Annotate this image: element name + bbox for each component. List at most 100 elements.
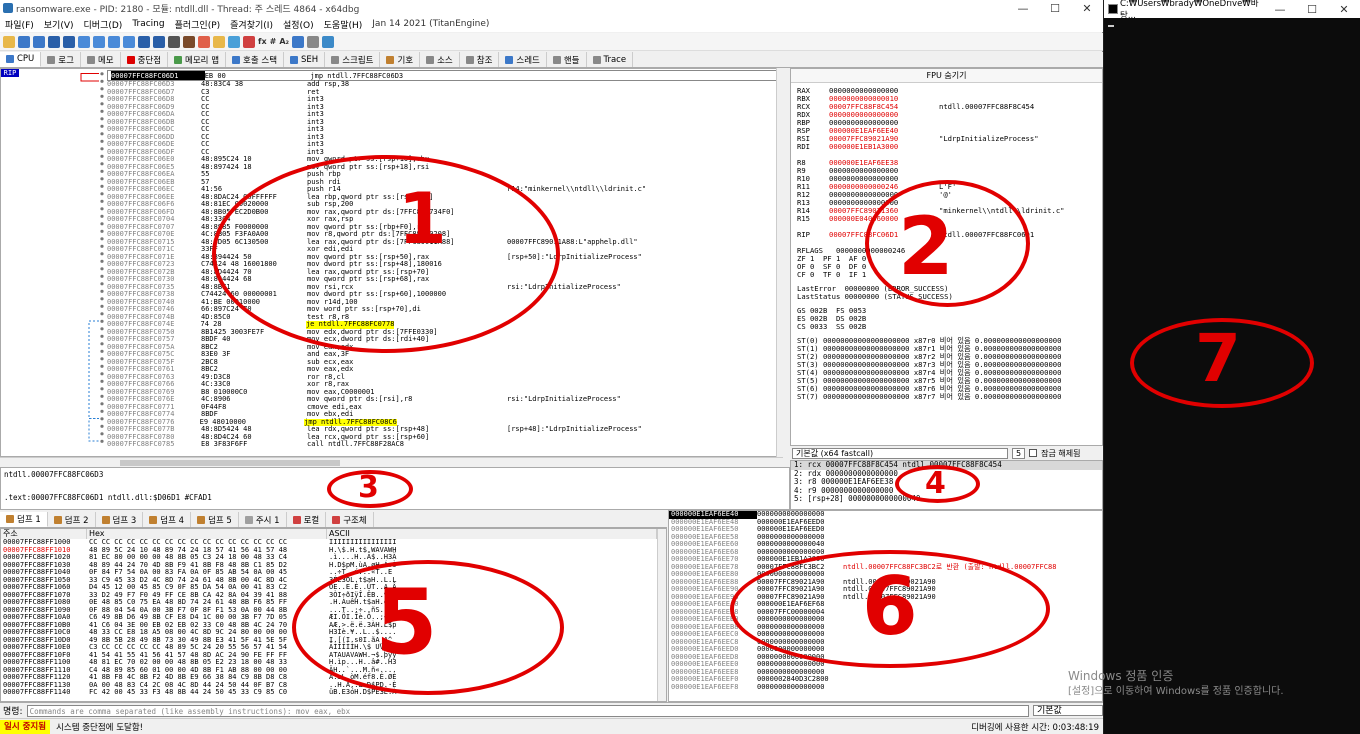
- maximize-button[interactable]: ☐: [1039, 2, 1071, 15]
- stack-row[interactable]: 000000E1EAF6EEF8 0000000000000000: [669, 683, 1102, 692]
- breakpoint-dot[interactable]: [100, 79, 104, 83]
- tab-7[interactable]: 스크립트: [325, 52, 381, 67]
- fpu-toggle-button[interactable]: FPU 숨기기: [791, 69, 1102, 83]
- arg-count-select[interactable]: 5: [1012, 447, 1026, 459]
- breakpoint-dot[interactable]: [100, 319, 104, 323]
- tab-3[interactable]: 중단점: [121, 52, 169, 67]
- breakpoint-dot[interactable]: [100, 214, 104, 218]
- minimize-button[interactable]: —: [1007, 2, 1039, 15]
- run-icon[interactable]: [48, 35, 60, 48]
- breakpoint-dot[interactable]: [100, 252, 104, 256]
- breakpoint-dot[interactable]: [100, 364, 104, 368]
- disassembly-scrollbar[interactable]: [776, 68, 784, 457]
- open-icon[interactable]: [3, 35, 15, 48]
- checklist-icon[interactable]: [307, 35, 320, 48]
- breakpoint-dot[interactable]: [100, 409, 104, 413]
- breakpoint-dot[interactable]: [100, 154, 104, 158]
- breakpoint-dot[interactable]: [100, 199, 104, 203]
- comment-icon[interactable]: [198, 35, 210, 48]
- breakpoint-dot[interactable]: [100, 439, 104, 443]
- scroll-thumb[interactable]: [120, 460, 340, 466]
- hash-icon[interactable]: #: [270, 37, 277, 46]
- dump-header-address[interactable]: 주소: [1, 529, 87, 539]
- menu-file[interactable]: 파일(F): [0, 18, 39, 31]
- menu-favourites[interactable]: 즐겨찾기(I): [225, 18, 278, 31]
- scylla-icon[interactable]: [168, 35, 180, 48]
- breakpoint-dot[interactable]: [100, 244, 104, 248]
- tab-4[interactable]: 메모리 맵: [168, 52, 227, 67]
- breakpoint-dot[interactable]: [100, 139, 104, 143]
- breakpoint-dot[interactable]: [100, 349, 104, 353]
- breakpoint-dot[interactable]: [100, 102, 104, 106]
- console-close-button[interactable]: ✕: [1328, 3, 1360, 16]
- breakpoint-dot[interactable]: [100, 267, 104, 271]
- breakpoint-dot[interactable]: [100, 222, 104, 226]
- tab-8[interactable]: 기호: [380, 52, 421, 67]
- breakpoint-dot[interactable]: [100, 184, 104, 188]
- tab-0[interactable]: CPU: [0, 52, 42, 67]
- breakpoint-dot[interactable]: [100, 177, 104, 181]
- breakpoint-dot[interactable]: [100, 357, 104, 361]
- breakpoint-dot[interactable]: [100, 387, 104, 391]
- breakpoint-dot[interactable]: [100, 259, 104, 263]
- restart-icon[interactable]: [18, 35, 30, 48]
- breakpoint-dot[interactable]: [100, 372, 104, 376]
- calculator-icon[interactable]: [292, 35, 305, 48]
- breakpoint-dot[interactable]: [100, 124, 104, 128]
- breakpoint-dot[interactable]: [100, 94, 104, 98]
- help-icon[interactable]: [322, 35, 335, 48]
- function-icon[interactable]: [243, 35, 255, 48]
- breakpoint-dot[interactable]: [100, 417, 104, 421]
- breakpoint-dot[interactable]: [100, 237, 104, 241]
- breakpoint-dot[interactable]: [100, 327, 104, 331]
- calling-convention-select[interactable]: 기본값 (x64 fastcall): [792, 447, 1008, 459]
- label-icon[interactable]: [213, 35, 225, 48]
- pause-icon[interactable]: [63, 35, 75, 48]
- breakpoint-dot[interactable]: [100, 297, 104, 301]
- close-button[interactable]: ✕: [1071, 2, 1103, 15]
- dump-tab-2[interactable]: 덤프 3: [96, 512, 144, 527]
- breakpoint-dot[interactable]: [100, 304, 104, 308]
- tab-9[interactable]: 소스: [420, 52, 460, 67]
- breakpoint-dot[interactable]: [100, 274, 104, 278]
- breakpoint-dot[interactable]: [100, 147, 104, 151]
- tab-11[interactable]: 스레드: [499, 52, 547, 67]
- dump-tab-6[interactable]: 로컬: [287, 512, 327, 527]
- fx-icon[interactable]: fx: [258, 37, 267, 46]
- tab-5[interactable]: 호출 스택: [226, 52, 285, 67]
- menu-view[interactable]: 보기(V): [39, 18, 79, 31]
- patch-icon[interactable]: [183, 35, 195, 48]
- breakpoint-dot[interactable]: [100, 87, 104, 91]
- dump-tab-0[interactable]: 덤프 1: [0, 512, 48, 527]
- breakpoint-dot[interactable]: [100, 192, 104, 196]
- breakpoint-dot[interactable]: [100, 432, 104, 436]
- dump-header-ascii[interactable]: ASCII: [327, 529, 657, 539]
- breakpoint-dot[interactable]: [100, 72, 104, 76]
- breakpoint-dot[interactable]: [100, 312, 104, 316]
- tab-1[interactable]: 로그: [41, 52, 81, 67]
- breakpoint-dot[interactable]: [100, 132, 104, 136]
- menu-plugins[interactable]: 플러그인(P): [170, 18, 226, 31]
- tab-13[interactable]: Trace: [587, 52, 634, 67]
- close-file-icon[interactable]: [33, 35, 45, 48]
- trace-into-icon[interactable]: [108, 35, 120, 48]
- console-maximize-button[interactable]: ☐: [1296, 3, 1328, 16]
- breakpoint-dot[interactable]: [100, 117, 104, 121]
- command-input[interactable]: Commands are comma separated (like assem…: [26, 704, 1029, 717]
- breakpoint-dot[interactable]: [100, 402, 104, 406]
- breakpoint-dot[interactable]: [100, 109, 104, 113]
- execute-till-return-icon[interactable]: [138, 35, 150, 48]
- dump-tab-7[interactable]: 구조체: [326, 512, 374, 527]
- breakpoint-dot[interactable]: [100, 424, 104, 428]
- disasm-row[interactable]: 00007FFC88FC0785 E8 3F83F6FF call ntdll.7F…: [107, 440, 782, 449]
- tab-6[interactable]: SEH: [284, 52, 326, 67]
- menu-debug[interactable]: 디버그(D): [79, 18, 128, 31]
- tab-12[interactable]: 핸들: [547, 52, 587, 67]
- dump-header-hex[interactable]: Hex: [87, 529, 327, 539]
- command-mode-select[interactable]: 기본값: [1033, 705, 1103, 716]
- menu-options[interactable]: 설정(O): [278, 18, 319, 31]
- tab-2[interactable]: 메모: [81, 52, 121, 67]
- breakpoint-dot[interactable]: [100, 169, 104, 173]
- breakpoint-dot[interactable]: [100, 282, 104, 286]
- breakpoint-dot[interactable]: [100, 289, 104, 293]
